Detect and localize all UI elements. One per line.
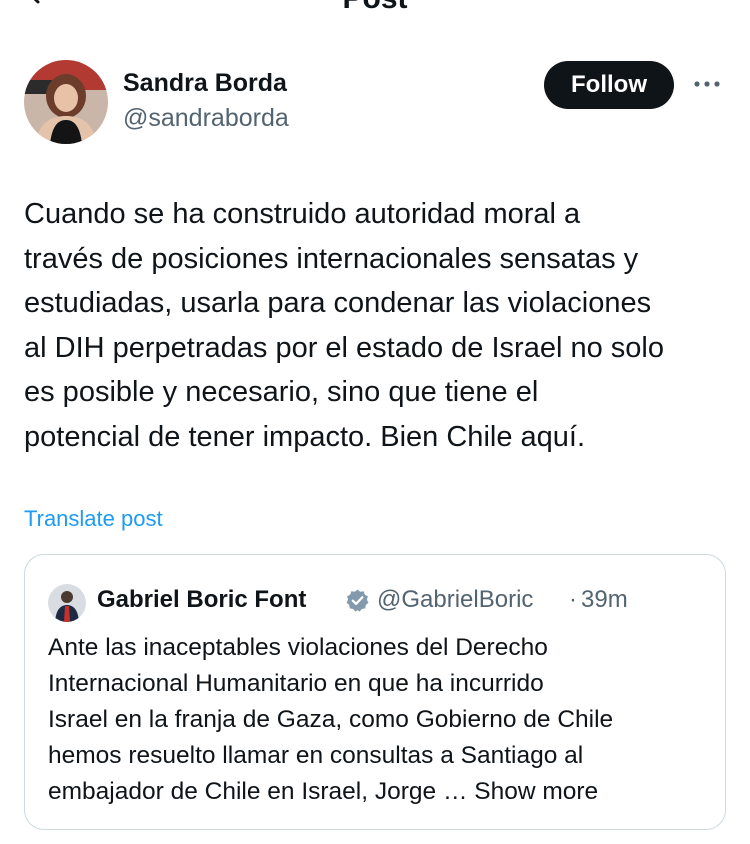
quote-avatar[interactable] xyxy=(48,584,86,622)
post-author: Sandra Borda @sandraborda Follow xyxy=(24,60,726,144)
more-horizontal-icon[interactable] xyxy=(692,76,722,92)
separator-dot: · xyxy=(569,586,577,613)
avatar[interactable] xyxy=(24,60,108,144)
quote-timestamp: 39m xyxy=(581,586,628,613)
translate-post-link[interactable]: Translate post xyxy=(24,505,163,533)
author-name[interactable]: Sandra Borda xyxy=(123,68,287,98)
post-text: Cuando se ha construido autoridad moral … xyxy=(24,198,664,453)
top-bar: Post xyxy=(0,0,750,14)
quote-author-handle: @GabrielBoric xyxy=(377,586,534,613)
quote-text: Ante las inaceptables violaciones del De… xyxy=(48,630,718,810)
show-more-link[interactable]: Show more xyxy=(474,778,598,805)
page-title: Post xyxy=(0,0,750,14)
quoted-post[interactable]: Gabriel Boric Font @GabrielBoric · 39m A… xyxy=(24,554,726,830)
author-handle[interactable]: @sandraborda xyxy=(123,103,289,133)
quote-author-name: Gabriel Boric Font xyxy=(97,586,307,613)
follow-button[interactable]: Follow xyxy=(544,61,674,109)
verified-badge-icon xyxy=(346,589,369,612)
